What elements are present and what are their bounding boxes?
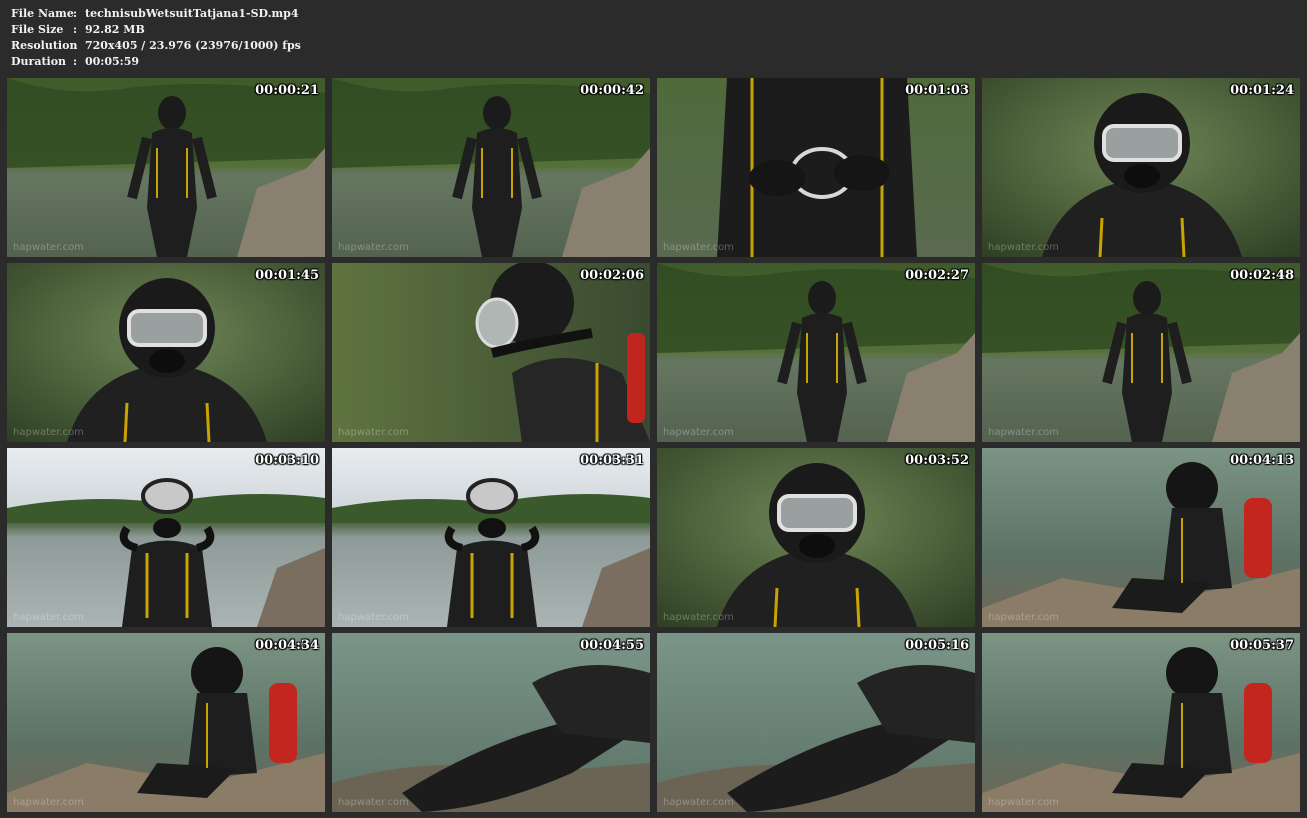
thumbnail-frame-image bbox=[7, 78, 325, 257]
watermark: hapwater.com bbox=[663, 242, 734, 253]
watermark: hapwater.com bbox=[988, 242, 1059, 253]
thumbnail-frame-image bbox=[657, 263, 975, 442]
watermark: hapwater.com bbox=[988, 427, 1059, 438]
video-thumbnail: 00:01:03 hapwater.com bbox=[657, 78, 975, 257]
thumbnail-frame-image bbox=[332, 448, 650, 627]
duration-row: Duration : 00:05:59 bbox=[11, 54, 301, 70]
thumbnail-timestamp: 00:00:42 bbox=[580, 83, 644, 98]
watermark: hapwater.com bbox=[338, 427, 409, 438]
thumbnail-timestamp: 00:04:34 bbox=[255, 638, 319, 653]
video-thumbnail: 00:05:16 hapwater.com bbox=[657, 633, 975, 812]
thumbnail-frame-image bbox=[7, 448, 325, 627]
watermark: hapwater.com bbox=[13, 612, 84, 623]
file-size-label: File Size bbox=[11, 23, 64, 36]
separator: : bbox=[73, 23, 78, 36]
thumbnail-frame-image bbox=[982, 448, 1300, 627]
thumbnail-timestamp: 00:00:21 bbox=[255, 83, 319, 98]
thumbnail-timestamp: 00:03:10 bbox=[255, 453, 319, 468]
resolution-label: Resolution bbox=[11, 39, 78, 52]
thumbnail-frame-image bbox=[657, 633, 975, 812]
thumbnail-timestamp: 00:04:55 bbox=[580, 638, 644, 653]
watermark: hapwater.com bbox=[663, 427, 734, 438]
thumbnail-frame-image bbox=[982, 633, 1300, 812]
file-name-value: technisubWetsuitTatjana1-SD.mp4 bbox=[85, 7, 299, 20]
video-thumbnail: 00:00:21 hapwater.com bbox=[7, 78, 325, 257]
duration-label: Duration bbox=[11, 55, 67, 68]
thumbnail-timestamp: 00:03:31 bbox=[580, 453, 644, 468]
watermark: hapwater.com bbox=[13, 427, 84, 438]
video-thumbnail: 00:04:34 hapwater.com bbox=[7, 633, 325, 812]
separator: : bbox=[73, 7, 78, 20]
thumbnail-timestamp: 00:01:45 bbox=[255, 268, 319, 283]
video-thumbnail: 00:02:48 hapwater.com bbox=[982, 263, 1300, 442]
video-thumbnail: 00:03:10 hapwater.com bbox=[7, 448, 325, 627]
thumbnail-frame-image bbox=[332, 78, 650, 257]
watermark: hapwater.com bbox=[13, 242, 84, 253]
watermark: hapwater.com bbox=[338, 242, 409, 253]
thumbnail-timestamp: 00:03:52 bbox=[905, 453, 969, 468]
thumbnail-timestamp: 00:05:16 bbox=[905, 638, 969, 653]
watermark: hapwater.com bbox=[663, 612, 734, 623]
watermark: hapwater.com bbox=[988, 612, 1059, 623]
thumbnail-grid: 00:00:21 hapwater.com 00:00:42 hapwater.com… bbox=[7, 78, 1301, 812]
thumbnail-frame-image bbox=[7, 633, 325, 812]
thumbnail-timestamp: 00:02:48 bbox=[1230, 268, 1294, 283]
resolution-row: Resolution : 720x405 / 23.976 (23976/100… bbox=[11, 38, 301, 54]
video-thumbnail: 00:02:06 hapwater.com bbox=[332, 263, 650, 442]
thumbnail-timestamp: 00:05:37 bbox=[1230, 638, 1294, 653]
resolution-value: 720x405 / 23.976 (23976/1000) fps bbox=[85, 39, 301, 52]
video-thumbnail: 00:04:13 hapwater.com bbox=[982, 448, 1300, 627]
file-size-row: File Size : 92.82 MB bbox=[11, 22, 301, 38]
thumbnail-frame-image bbox=[332, 633, 650, 812]
thumbnail-timestamp: 00:01:03 bbox=[905, 83, 969, 98]
thumbnail-frame-image bbox=[7, 263, 325, 442]
thumbnail-timestamp: 00:02:27 bbox=[905, 268, 969, 283]
thumbnail-frame-image bbox=[982, 78, 1300, 257]
thumbnail-timestamp: 00:02:06 bbox=[580, 268, 644, 283]
separator: : bbox=[73, 39, 78, 52]
video-thumbnail: 00:02:27 hapwater.com bbox=[657, 263, 975, 442]
video-thumbnail: 00:05:37 hapwater.com bbox=[982, 633, 1300, 812]
watermark: hapwater.com bbox=[663, 797, 734, 808]
file-info-header: File Name : technisubWetsuitTatjana1-SD.… bbox=[11, 6, 301, 70]
video-thumbnail: 00:01:24 hapwater.com bbox=[982, 78, 1300, 257]
video-thumbnail: 00:01:45 hapwater.com bbox=[7, 263, 325, 442]
thumbnail-frame-image bbox=[657, 78, 975, 257]
file-size-value: 92.82 MB bbox=[85, 23, 145, 36]
thumbnail-timestamp: 00:01:24 bbox=[1230, 83, 1294, 98]
video-thumbnail: 00:04:55 hapwater.com bbox=[332, 633, 650, 812]
video-thumbnail: 00:03:52 hapwater.com bbox=[657, 448, 975, 627]
file-name-row: File Name : technisubWetsuitTatjana1-SD.… bbox=[11, 6, 301, 22]
watermark: hapwater.com bbox=[988, 797, 1059, 808]
thumbnail-frame-image bbox=[657, 448, 975, 627]
watermark: hapwater.com bbox=[338, 797, 409, 808]
video-thumbnail: 00:00:42 hapwater.com bbox=[332, 78, 650, 257]
thumbnail-timestamp: 00:04:13 bbox=[1230, 453, 1294, 468]
thumbnail-frame-image bbox=[332, 263, 650, 442]
watermark: hapwater.com bbox=[338, 612, 409, 623]
video-thumbnail: 00:03:31 hapwater.com bbox=[332, 448, 650, 627]
file-name-label: File Name bbox=[11, 7, 74, 20]
separator: : bbox=[73, 55, 78, 68]
duration-value: 00:05:59 bbox=[85, 55, 140, 68]
thumbnail-frame-image bbox=[982, 263, 1300, 442]
watermark: hapwater.com bbox=[13, 797, 84, 808]
